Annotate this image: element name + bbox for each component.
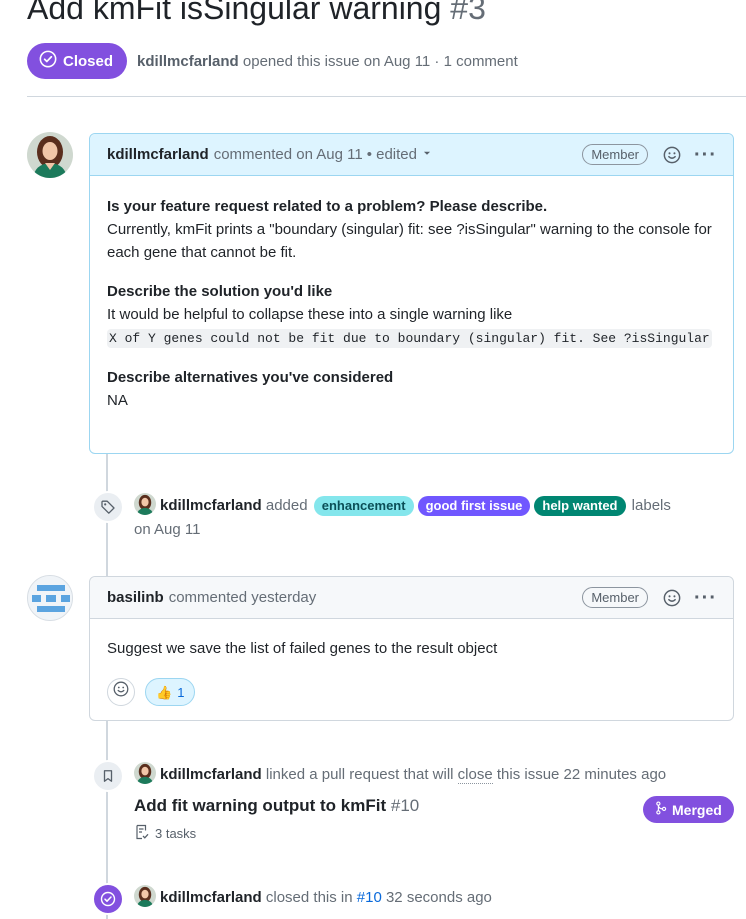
tasks-count: 3 tasks [155, 826, 197, 841]
comment-author[interactable]: kdillmcfarland [107, 146, 209, 163]
event-text: linked a pull request that will [265, 766, 454, 783]
merged-label: Merged [672, 801, 722, 818]
tag-icon [92, 491, 124, 523]
pr-number: #10 [390, 796, 420, 815]
smiley-icon[interactable] [662, 145, 682, 165]
comment-timestamp[interactable]: commented on Aug 11 [214, 146, 363, 163]
issue-meta-text: opened this issue on Aug 11 · 1 comment [242, 52, 518, 70]
member-badge: Member [582, 144, 649, 165]
comment-header: kdillmcfarland commented on Aug 11 • edi… [90, 134, 733, 176]
reactions-bar: 👍 1 [107, 678, 717, 706]
event-author[interactable]: kdillmcfarland [160, 766, 262, 783]
comment-box: kdillmcfarland commented on Aug 11 • edi… [89, 133, 734, 454]
issue-title: Add kmFit isSingular warning #3 [27, 0, 486, 27]
checklist-icon [134, 824, 150, 843]
event-suffix: labels [631, 497, 671, 514]
merge-icon [655, 801, 667, 818]
label-help-wanted[interactable]: help wanted [534, 496, 626, 516]
comment-text: Suggest we save the list of failed genes… [107, 640, 498, 657]
comment-text: It would be helpful to collapse these in… [107, 306, 513, 323]
member-badge: Member [582, 587, 649, 608]
comment-author[interactable]: basilinb [107, 589, 164, 606]
avatar[interactable] [134, 493, 156, 515]
merged-badge: Merged [643, 796, 734, 823]
header-divider [27, 96, 746, 97]
close-keyword: close [457, 766, 493, 784]
comment-body: Is your feature request related to a pro… [90, 176, 733, 428]
comment-text: NA [107, 392, 128, 409]
label-enhancement[interactable]: enhancement [313, 496, 414, 516]
thumbs-up-icon: 👍 [156, 684, 173, 700]
check-circle-icon [39, 50, 57, 72]
issue-meta: kdillmcfarland opened this issue on Aug … [137, 53, 518, 70]
check-circle-icon [92, 883, 124, 915]
edited-label: • edited [366, 146, 417, 163]
comment-box: basilinb commented yesterday Member ··· … [89, 576, 734, 721]
kebab-menu-icon[interactable]: ··· [694, 588, 717, 608]
smiley-icon [113, 681, 129, 704]
event-time[interactable]: 32 seconds ago [386, 889, 492, 906]
issue-title-text: Add kmFit isSingular warning [27, 0, 442, 26]
event-author[interactable]: kdillmcfarland [160, 497, 262, 514]
comment-heading: Describe alternatives you've considered [107, 369, 394, 386]
pr-title-text[interactable]: Add fit warning output to kmFit [134, 796, 386, 815]
pr-reference-link[interactable]: #10 [357, 889, 382, 906]
event-author[interactable]: kdillmcfarland [160, 889, 262, 906]
linked-pr-title[interactable]: Add fit warning output to kmFit #10 [134, 796, 419, 816]
comment-header: basilinb commented yesterday Member ··· [90, 577, 733, 619]
comment-text: Currently, kmFit prints a "boundary (sin… [107, 221, 712, 261]
state-label: Closed [63, 52, 114, 70]
issue-state-row: Closed kdillmcfarland opened this issue … [27, 43, 518, 79]
kebab-menu-icon[interactable]: ··· [694, 145, 717, 165]
avatar[interactable] [134, 885, 156, 907]
bookmark-icon [92, 760, 124, 792]
avatar[interactable] [134, 762, 156, 784]
add-reaction-button[interactable] [107, 678, 135, 706]
avatar[interactable] [27, 132, 73, 178]
comment-timestamp[interactable]: commented yesterday [169, 589, 317, 606]
caret-down-icon [420, 146, 434, 164]
event-text[interactable]: this issue 22 minutes ago [497, 766, 666, 783]
issue-author-link[interactable]: kdillmcfarland [137, 53, 239, 70]
comment-heading: Is your feature request related to a pro… [107, 198, 548, 215]
avatar[interactable] [27, 575, 73, 621]
reaction-count: 1 [177, 684, 185, 700]
inline-code: X of Y genes could not be fit due to bou… [107, 329, 712, 348]
linked-pr-event: kdillmcfarland linked a pull request tha… [92, 760, 666, 792]
comment-body: Suggest we save the list of failed genes… [90, 619, 733, 722]
issue-number: #3 [450, 0, 486, 26]
event-text: closed this in [265, 889, 353, 906]
closed-state-badge: Closed [27, 43, 128, 79]
edited-dropdown[interactable]: • edited [367, 146, 434, 164]
event-action: added [265, 497, 308, 514]
label-good-first-issue[interactable]: good first issue [417, 496, 531, 516]
event-date[interactable]: on Aug 11 [134, 521, 200, 538]
closed-event: kdillmcfarland closed this in #10 32 sec… [92, 883, 492, 915]
smiley-icon[interactable] [662, 588, 682, 608]
label-list: enhancement good first issue help wanted [312, 496, 628, 516]
label-event: kdillmcfarland added enhancement good fir… [92, 491, 694, 542]
pr-tasks: 3 tasks [134, 824, 196, 843]
thumbs-up-reaction-button[interactable]: 👍 1 [145, 678, 196, 706]
comment-heading: Describe the solution you'd like [107, 283, 333, 300]
